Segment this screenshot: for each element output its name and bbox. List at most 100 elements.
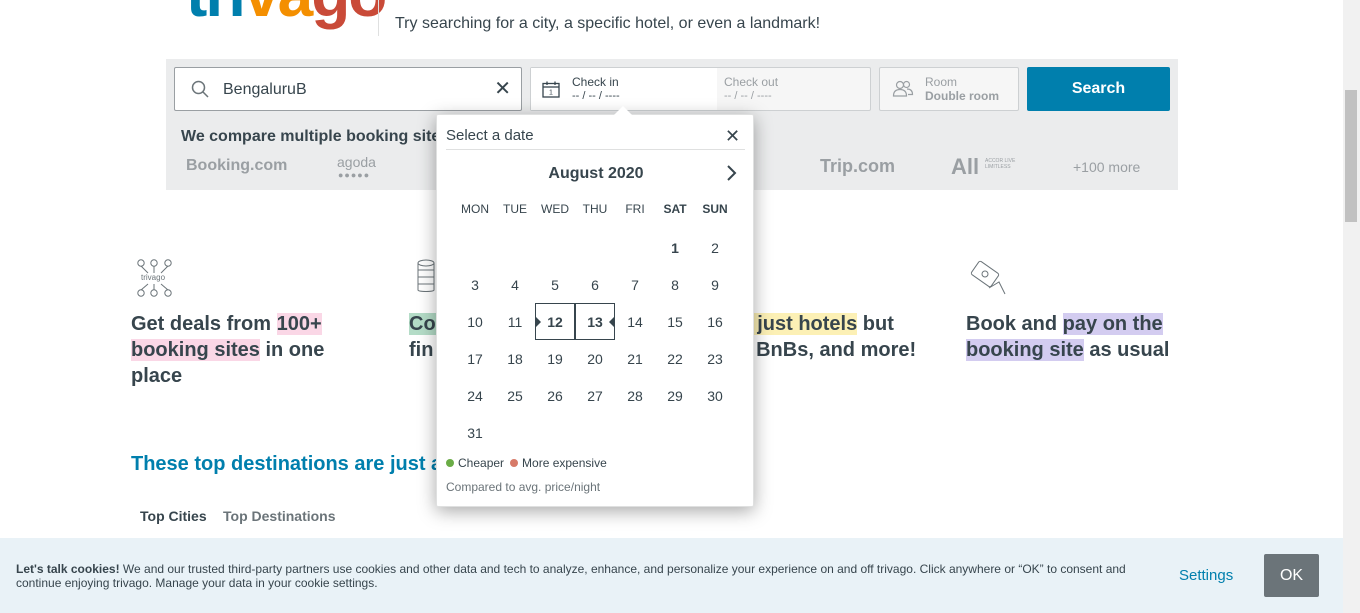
calendar-empty-cell bbox=[575, 229, 615, 266]
guests-icon bbox=[892, 80, 914, 103]
price-legend: Cheaper More expensive bbox=[446, 456, 613, 470]
calendar-day[interactable]: 17 bbox=[455, 340, 495, 377]
next-month-icon[interactable] bbox=[725, 164, 737, 186]
calendar-day[interactable]: 12 bbox=[535, 303, 575, 340]
payment-card-icon bbox=[969, 260, 1009, 303]
cookie-body: We and our trusted third-party partners … bbox=[16, 562, 1126, 590]
calendar-day[interactable]: 20 bbox=[575, 340, 615, 377]
calendar-day[interactable]: 10 bbox=[455, 303, 495, 340]
calendar-day[interactable]: 13 bbox=[575, 303, 615, 340]
feature-accommodation-highlight: t just hotels bbox=[745, 313, 858, 335]
calendar-day[interactable]: 9 bbox=[695, 266, 735, 303]
search-button[interactable]: Search bbox=[1027, 67, 1170, 111]
calendar-empty-cell bbox=[535, 229, 575, 266]
popup-divider bbox=[446, 149, 745, 150]
feature-deals: Get deals from 100+ booking sites in one… bbox=[131, 311, 361, 389]
calendar-day[interactable]: 3 bbox=[455, 266, 495, 303]
feature-compare-post: fin bbox=[409, 339, 434, 361]
search-hint: Try searching for a city, a specific hot… bbox=[395, 15, 821, 32]
weekday-label: SAT bbox=[663, 202, 687, 216]
room-selector[interactable]: Room Double room bbox=[879, 67, 1019, 111]
cookie-banner[interactable]: Let's talk cookies! We and our trusted t… bbox=[0, 538, 1343, 613]
logo-part-tri: tri bbox=[186, 0, 246, 30]
popup-arrow bbox=[614, 106, 632, 115]
more-partners-link[interactable]: +100 more bbox=[1073, 159, 1140, 175]
red-dot-icon bbox=[510, 459, 519, 467]
calendar-month: August 2020 bbox=[548, 165, 644, 182]
calendar-day[interactable]: 11 bbox=[495, 303, 535, 340]
partner-logo-all-subtext: ACCOR LIVE LIMITLESS bbox=[985, 158, 1016, 170]
feature-deals-pre: Get deals from bbox=[131, 313, 277, 335]
feature-accommodation: t just hotels but , BnBs, and more! bbox=[745, 311, 916, 363]
tab-top-cities[interactable]: Top Cities bbox=[140, 508, 207, 524]
room-label: Room bbox=[925, 75, 958, 89]
checkout-label: Check out bbox=[724, 75, 779, 89]
calendar-day[interactable]: 23 bbox=[695, 340, 735, 377]
calendar-day[interactable]: 4 bbox=[495, 266, 535, 303]
calendar-day[interactable]: 30 bbox=[695, 377, 735, 414]
partner-logo-agoda: agoda bbox=[337, 154, 376, 170]
calendar-day[interactable]: 7 bbox=[615, 266, 655, 303]
checkin-value: -- / -- / ---- bbox=[572, 90, 620, 102]
close-icon[interactable]: ✕ bbox=[725, 127, 740, 145]
compared-note: Compared to avg. price/night bbox=[446, 480, 601, 494]
destination-input[interactable]: BengaluruB ✕ bbox=[174, 67, 522, 111]
cookie-settings-link[interactable]: Settings bbox=[1179, 567, 1233, 584]
destination-value: BengaluruB bbox=[223, 81, 307, 98]
legend-cheaper-label: Cheaper bbox=[458, 456, 505, 470]
weekday-label: FRI bbox=[625, 202, 645, 216]
page-scrollbar[interactable] bbox=[1343, 0, 1360, 613]
calendar-day[interactable]: 16 bbox=[695, 303, 735, 340]
calendar-empty-cell bbox=[455, 229, 495, 266]
calendar-days-grid: 1 2 3 4 5 6 7 8 9 10 11 12 13 14 15 16 17 18 19 20 21 22 23 24 2… bbox=[455, 229, 735, 451]
logo-part-va: va bbox=[244, 0, 313, 30]
calendar-day[interactable]: 19 bbox=[535, 340, 575, 377]
calendar-day[interactable]: 28 bbox=[615, 377, 655, 414]
calendar-day[interactable]: 21 bbox=[615, 340, 655, 377]
calendar-day[interactable]: 1 bbox=[655, 229, 695, 266]
search-icon bbox=[191, 80, 209, 103]
calendar-day[interactable]: 5 bbox=[535, 266, 575, 303]
calendar-day[interactable]: 27 bbox=[575, 377, 615, 414]
partner-logo-trip: Trip.com bbox=[820, 156, 896, 176]
trivago-logo[interactable]: trivago bbox=[186, 0, 387, 26]
calendar-day[interactable]: 25 bbox=[495, 377, 535, 414]
feature-compare: Co fin bbox=[409, 311, 436, 363]
date-picker-field: 1 Check in -- / -- / ---- Check out -- /… bbox=[530, 67, 871, 111]
calendar-day[interactable]: 8 bbox=[655, 266, 695, 303]
top-destinations-heading: These top destinations are just a bbox=[131, 453, 443, 475]
checkin-label: Check in bbox=[572, 75, 619, 89]
feature-pay-pre: Book and bbox=[966, 313, 1063, 335]
calendar-day[interactable]: 14 bbox=[615, 303, 655, 340]
calendar-day[interactable]: 26 bbox=[535, 377, 575, 414]
room-value: Double room bbox=[925, 89, 999, 103]
date-picker-title: Select a date bbox=[446, 127, 534, 144]
calendar-day[interactable]: 31 bbox=[455, 414, 495, 451]
weekday-label: THU bbox=[582, 202, 608, 216]
compare-heading: We compare multiple booking sites bbox=[181, 128, 450, 145]
agoda-dots: ●●●●● bbox=[338, 170, 371, 180]
partner-logo-booking: Booking.com bbox=[186, 157, 288, 174]
clear-icon[interactable]: ✕ bbox=[494, 79, 511, 99]
legend-expensive-label: More expensive bbox=[522, 456, 607, 470]
calendar-day[interactable]: 29 bbox=[655, 377, 695, 414]
calendar-day[interactable]: 22 bbox=[655, 340, 695, 377]
weekday-label: TUE bbox=[503, 202, 527, 216]
tab-top-destinations[interactable]: Top Destinations bbox=[223, 508, 336, 524]
cookie-ok-button[interactable]: OK bbox=[1264, 554, 1319, 597]
green-dot-icon bbox=[446, 459, 454, 467]
trivago-network-icon: trivago bbox=[136, 258, 174, 303]
calendar-day[interactable]: 24 bbox=[455, 377, 495, 414]
weekday-label: MON bbox=[461, 202, 489, 216]
calendar-day[interactable]: 2 bbox=[695, 229, 735, 266]
scrollbar-thumb[interactable] bbox=[1345, 90, 1357, 222]
calendar-day[interactable]: 18 bbox=[495, 340, 535, 377]
coins-icon bbox=[416, 258, 438, 303]
calendar-day[interactable]: 15 bbox=[655, 303, 695, 340]
calendar-day[interactable]: 6 bbox=[575, 266, 615, 303]
checkin-field[interactable]: 1 Check in -- / -- / ---- bbox=[531, 68, 717, 110]
feature-pay: Book and pay on the booking site as usua… bbox=[966, 311, 1196, 363]
header-divider bbox=[378, 0, 379, 36]
weekday-label: WED bbox=[541, 202, 569, 216]
calendar-empty-cell bbox=[495, 229, 535, 266]
